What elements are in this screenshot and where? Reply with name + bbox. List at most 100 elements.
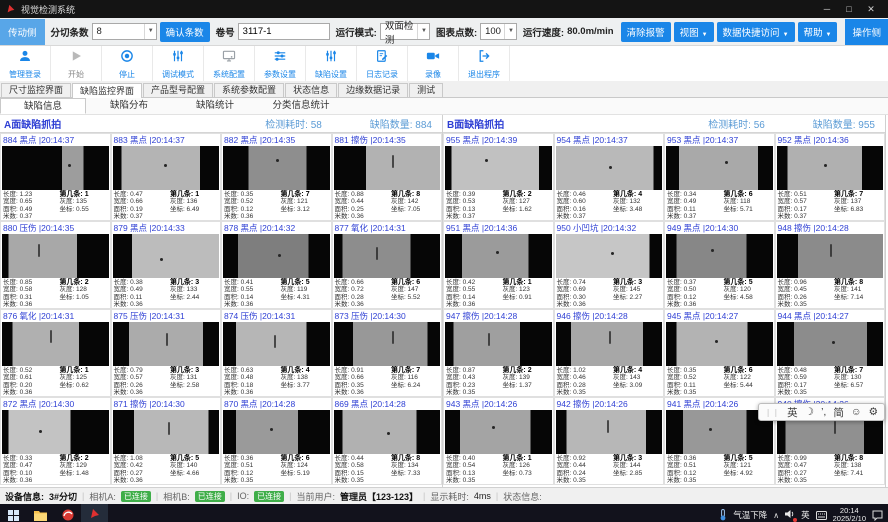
start-button[interactable] [0,504,27,522]
browser-button[interactable] [54,504,81,522]
defect-tile[interactable]: 948 擦伤 |20:14:28长度: 0.96宽度: 0.45面积: 0.26… [775,221,886,309]
defect-tile[interactable]: 875 压伤 |20:14:31长度: 0.79宽度: 0.57面积: 0.26… [111,309,222,397]
ime-simplified[interactable]: 简 [833,405,844,420]
defect-tile[interactable]: 872 黑点 |20:14:30长度: 0.33宽度: 0.47面积: 0.10… [0,397,111,485]
tile-meta: 长度: 0.46宽度: 0.60面积: 0.16米数: 0.37第几条: 4灰度… [555,190,664,220]
log-record-button[interactable]: 日志记录 [357,46,408,81]
defect-tile[interactable]: 943 黑点 |20:14:26长度: 0.40宽度: 0.54面积: 0.13… [443,397,554,485]
debug-mode-button[interactable]: 调试模式 [153,46,204,81]
tab-defect-monitor[interactable]: 缺陷监控界面 [72,83,142,98]
start-button[interactable]: 开始 [51,46,102,81]
defect-tile[interactable]: 944 黑点 |20:14:27长度: 0.48宽度: 0.59面积: 0.17… [775,309,886,397]
data-access-menu-button[interactable]: 数据快捷访问▼ [717,22,795,42]
meta-width: 宽度: 0.44 [557,462,613,469]
defect-tile[interactable]: 881 擦伤 |20:14:35长度: 0.88宽度: 0.44面积: 0.25… [332,133,443,221]
stop-button[interactable]: 停止 [102,46,153,81]
tab-system-params[interactable]: 系统参数配置 [214,83,284,97]
tile-meta-right: 第几条: 1灰度: 136坐标: 6.49 [170,191,220,220]
defect-tile[interactable]: 942 擦伤 |20:14:26长度: 0.92宽度: 0.44面积: 0.24… [554,397,665,485]
defect-tile[interactable]: 955 黑点 |20:14:39长度: 0.39宽度: 0.53面积: 0.13… [443,133,554,221]
inspection-app-button[interactable] [81,504,108,522]
defect-tile[interactable]: 954 黑点 |20:14:37长度: 0.46宽度: 0.60面积: 0.16… [554,133,665,221]
meta-width: 宽度: 0.72 [335,286,391,293]
admin-login-button[interactable]: 管理登录 [0,46,51,81]
defect-tile[interactable]: 879 黑点 |20:14:33长度: 0.38宽度: 0.49面积: 0.11… [111,221,222,309]
tab-product-config[interactable]: 产品型号配置 [143,83,213,97]
defect-image [777,234,884,278]
subtab-defect-stats[interactable]: 缺陷统计 [172,98,258,114]
help-menu-button[interactable]: 帮助▼ [798,22,838,42]
defect-tile[interactable]: 871 擦伤 |20:14:30长度: 1.08宽度: 0.42面积: 0.27… [111,397,222,485]
defect-tile[interactable]: 946 擦伤 |20:14:28长度: 1.02宽度: 0.46面积: 0.28… [554,309,665,397]
defect-mark [387,432,390,435]
slit-count-select[interactable]: 8▼ [92,23,157,40]
defect-tile[interactable]: 947 擦伤 |20:14:28长度: 0.87宽度: 0.43面积: 0.23… [443,309,554,397]
defect-tile[interactable]: 884 黑点 |20:14:37长度: 1.23宽度: 0.65面积: 0.49… [0,133,111,221]
touch-keyboard-icon[interactable] [816,511,827,520]
window-controls: ─ □ ✕ [816,0,882,18]
defect-tile[interactable]: 870 黑点 |20:14:28长度: 0.36宽度: 0.51面积: 0.12… [221,397,332,485]
subtab-defect-dist[interactable]: 缺陷分布 [86,98,172,114]
subtab-defect-info[interactable]: 缺陷信息 [0,98,86,114]
file-explorer-button[interactable] [27,504,54,522]
defect-tile[interactable]: 883 黑点 |20:14:37长度: 0.47宽度: 0.66面积: 0.19… [111,133,222,221]
exit-program-button[interactable]: 退出程序 [459,46,510,81]
defect-tile[interactable]: 945 黑点 |20:14:27长度: 0.35宽度: 0.52面积: 0.11… [664,309,775,397]
taskbar-clock[interactable]: 20:142025/2/10 [833,507,866,522]
tile-meta-left: 长度: 0.36宽度: 0.51面积: 0.12米数: 0.35 [667,455,723,484]
ime-drag-handle[interactable]: ❘❘ [765,408,780,417]
ime-moon-icon[interactable]: ☽ [805,406,814,418]
view-menu-button[interactable]: 视图▼ [674,22,714,42]
defect-tile[interactable]: 880 压伤 |20:14:35长度: 0.85宽度: 0.58面积: 0.31… [0,221,111,309]
ime-indicator[interactable]: 英 [801,509,810,521]
ime-settings-icon[interactable]: ⚙ [869,406,878,418]
defect-tile[interactable]: 873 压伤 |20:14:30长度: 0.91宽度: 0.66面积: 0.35… [332,309,443,397]
minimize-button[interactable]: ─ [816,0,838,18]
volume-button[interactable] [785,509,795,521]
defect-settings-button[interactable]: 缺陷设置 [306,46,357,81]
subtab-class-stats[interactable]: 分类信息统计 [258,98,344,114]
weather-ticker[interactable]: 气温下降 [733,509,767,521]
ime-lang-english[interactable]: 英 [787,405,798,420]
tab-test[interactable]: 测试 [409,83,443,97]
defect-tile[interactable]: 878 黑点 |20:14:32长度: 0.41宽度: 0.55面积: 0.14… [221,221,332,309]
drive-side-button[interactable]: 传动侧 [0,19,45,45]
defect-tile[interactable]: 877 氧化 |20:14:31长度: 0.66宽度: 0.72面积: 0.28… [332,221,443,309]
meta-gray-value: 灰度: 132 [613,198,663,205]
close-button[interactable]: ✕ [860,0,882,18]
defect-tile[interactable]: 876 氧化 |20:14:31长度: 0.52宽度: 0.61面积: 0.20… [0,309,111,397]
meta-area: 面积: 0.25 [335,206,391,213]
roll-number-input[interactable] [238,23,330,40]
chart-points-select[interactable]: 100▼ [480,23,517,40]
defect-image [2,146,109,190]
run-mode-select[interactable]: 双面检测▼ [380,23,430,40]
defect-tile[interactable]: 952 黑点 |20:14:36长度: 0.51宽度: 0.57面积: 0.17… [775,133,886,221]
record-button[interactable]: 录像 [408,46,459,81]
defect-tile[interactable]: 882 黑点 |20:14:35长度: 0.35宽度: 0.52面积: 0.12… [221,133,332,221]
param-settings-button[interactable]: 参数设置 [255,46,306,81]
chevron-down-icon: ▼ [826,32,832,38]
defect-tile[interactable]: 951 黑点 |20:14:36长度: 0.42宽度: 0.55面积: 0.14… [443,221,554,309]
meta-area: 面积: 0.23 [446,382,502,389]
ime-emoji-icon[interactable]: ☺ [851,406,862,418]
defect-tile[interactable]: 874 压伤 |20:14:31长度: 0.63宽度: 0.48面积: 0.18… [221,309,332,397]
tray-expand-button[interactable]: ∧ [773,511,779,520]
tab-size-monitor[interactable]: 尺寸监控界面 [1,83,71,97]
operator-side-button[interactable]: 操作侧 [845,19,888,45]
clear-alarm-button[interactable]: 清除报警 [621,22,671,42]
tab-status-info[interactable]: 状态信息 [285,83,337,97]
action-center-icon[interactable] [872,510,883,521]
action-label: 录像 [425,69,441,80]
defect-tile[interactable]: 950 小凹坑 |20:14:32长度: 0.74宽度: 0.69面积: 0.3… [554,221,665,309]
system-config-button[interactable]: 系统配置 [204,46,255,81]
tab-edge-data[interactable]: 边缘数据记录 [338,83,408,97]
meta-coordinate: 坐标: 5.52 [391,294,441,301]
confirm-count-button[interactable]: 确认条数 [160,22,210,42]
tile-header: 943 黑点 |20:14:26 [444,398,553,410]
defect-tile[interactable]: 869 黑点 |20:14:28长度: 0.44宽度: 0.58面积: 0.15… [332,397,443,485]
ime-punctuation[interactable]: ’, [821,406,826,418]
maximize-button[interactable]: □ [838,0,860,18]
meta-gray-value: 灰度: 116 [391,374,441,381]
defect-tile[interactable]: 949 黑点 |20:14:30长度: 0.37宽度: 0.50面积: 0.12… [664,221,775,309]
defect-tile[interactable]: 953 黑点 |20:14:37长度: 0.34宽度: 0.49面积: 0.11… [664,133,775,221]
